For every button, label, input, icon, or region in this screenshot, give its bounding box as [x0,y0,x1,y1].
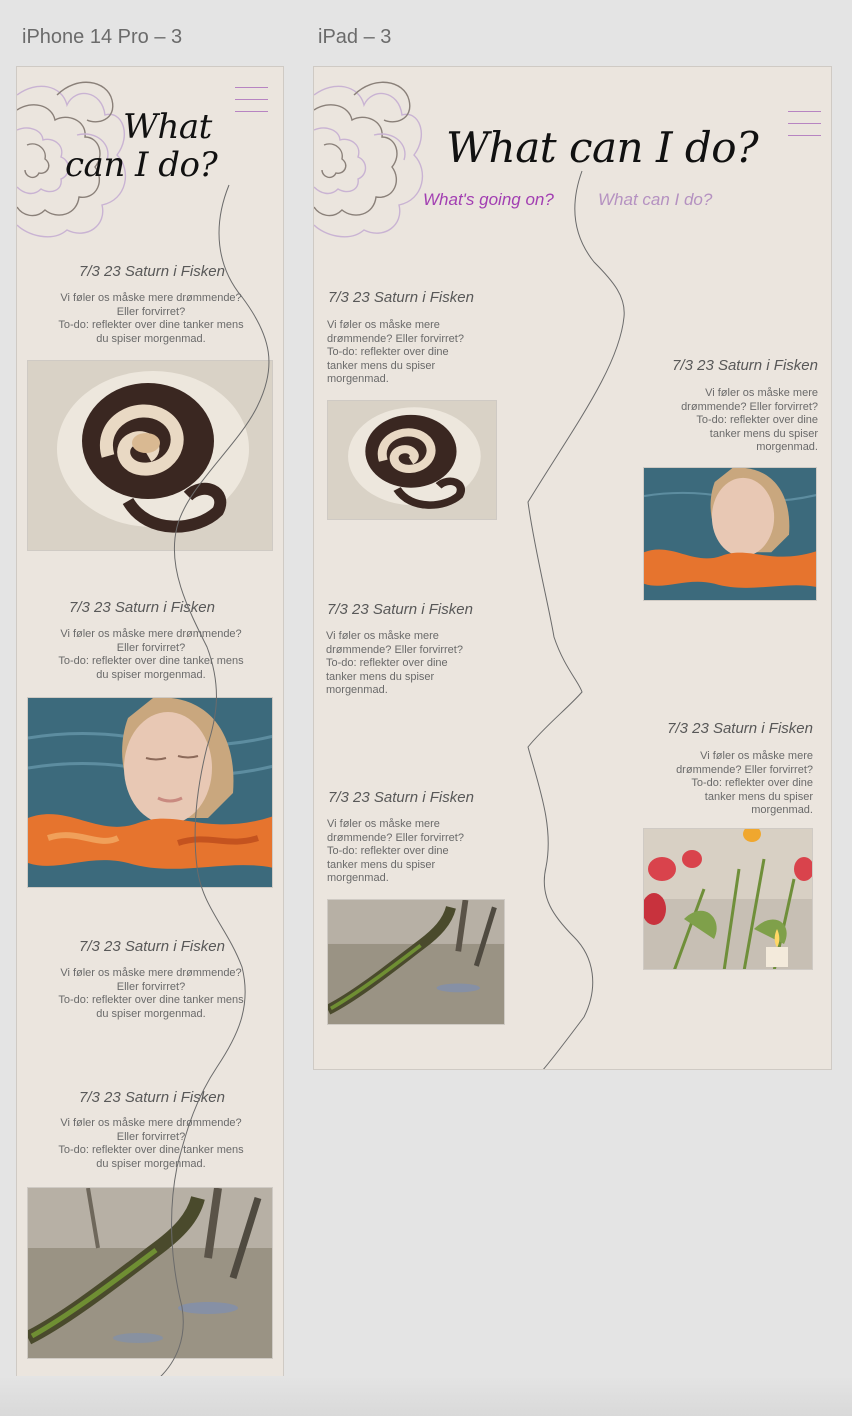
girl-in-water-image [644,468,816,600]
post-date: 7/3 23 Saturn i Fisken [79,938,225,955]
chocolate-swirl-image [328,401,496,519]
forest-tree-image [28,1188,272,1358]
post-image-forest [327,899,505,1025]
post-body: Vi føler os måske mere drømmende? Eller … [327,818,464,884]
post-body: Vi føler os måske mere drømmende? Eller … [58,628,244,681]
post-date: 7/3 23 Saturn i Fisken [69,599,215,616]
post-image-chocolate [27,360,273,551]
forest-tree-image [328,900,504,1024]
page-title: What can I do? [446,123,759,172]
post-body: Vi føler os måske mere drømmende? Eller … [327,319,464,385]
post-body: Vi føler os måske mere drømmende? Eller … [58,292,244,345]
canvas-bottom-shade [0,1376,852,1416]
post-date: 7/3 23 Saturn i Fisken [79,1089,225,1106]
page-title-line1: What [123,107,212,147]
post-image-girl-water [27,697,273,888]
post-body: Vi føler os måske mere drømmende? Eller … [676,750,813,816]
post-image-forest [27,1187,273,1359]
post-date: 7/3 23 Saturn i Fisken [79,263,225,280]
iphone-artboard[interactable]: What can I do? 7/3 23 Saturn i Fisken Vi… [16,66,284,1379]
tulips-candle-image [644,829,812,969]
ipad-artboard[interactable]: What can I do? What's going on? What can… [313,66,832,1070]
post-body: Vi føler os måske mere drømmende? Eller … [58,1117,244,1170]
post-body: Vi føler os måske mere drømmende? Eller … [58,967,244,1020]
girl-in-water-image [28,698,272,887]
post-image-tulips [643,828,813,970]
post-date: 7/3 23 Saturn i Fisken [327,601,473,618]
chocolate-swirl-image [28,361,272,550]
nav-what-can-i-do[interactable]: What can I do? [598,190,712,210]
post-date: 7/3 23 Saturn i Fisken [328,289,474,306]
frame-label-iphone[interactable]: iPhone 14 Pro – 3 [22,26,182,49]
post-body: Vi føler os måske mere drømmende? Eller … [326,630,463,696]
page-title-line2: can I do? [65,145,218,185]
post-date: 7/3 23 Saturn i Fisken [328,789,474,806]
post-date: 7/3 23 Saturn i Fisken [672,357,818,374]
nav-whats-going-on[interactable]: What's going on? [423,190,554,210]
post-body: Vi føler os måske mere drømmende? Eller … [681,387,818,453]
post-image-girl-water [643,467,817,601]
post-date: 7/3 23 Saturn i Fisken [667,720,813,737]
flower-illustration [314,81,424,238]
frame-label-ipad[interactable]: iPad – 3 [318,26,391,49]
hamburger-menu-icon[interactable] [235,87,268,113]
hamburger-menu-icon[interactable] [788,111,821,137]
post-image-chocolate [327,400,497,520]
